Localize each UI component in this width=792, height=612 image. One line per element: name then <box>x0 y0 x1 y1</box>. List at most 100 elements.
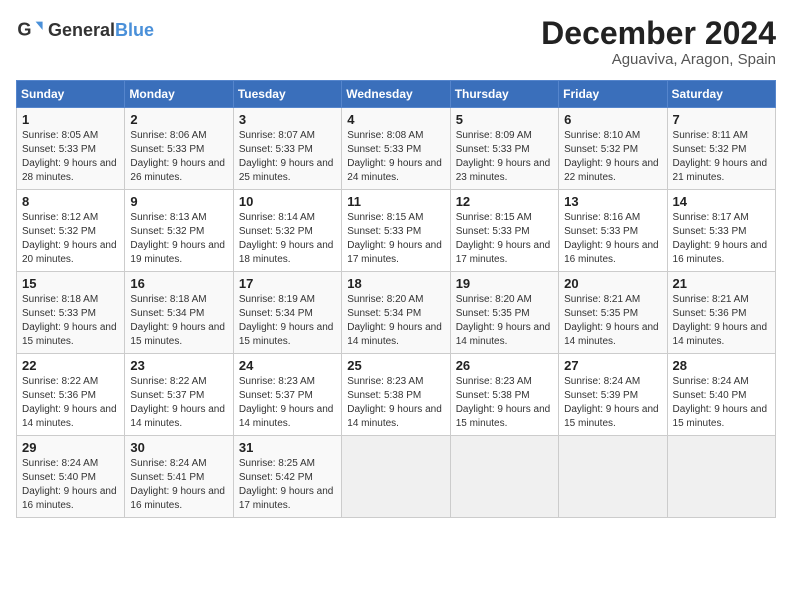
calendar-day-cell: 30 Sunrise: 8:24 AMSunset: 5:41 PMDaylig… <box>125 436 233 518</box>
calendar-table: SundayMondayTuesdayWednesdayThursdayFrid… <box>16 80 776 518</box>
weekday-header: Friday <box>559 81 667 108</box>
day-info: Sunrise: 8:05 AMSunset: 5:33 PMDaylight:… <box>22 130 117 183</box>
day-info: Sunrise: 8:22 AMSunset: 5:37 PMDaylight:… <box>130 376 225 429</box>
calendar-day-cell: 12 Sunrise: 8:15 AMSunset: 5:33 PMDaylig… <box>450 190 558 272</box>
calendar-day-cell: 31 Sunrise: 8:25 AMSunset: 5:42 PMDaylig… <box>233 436 341 518</box>
logo: G GeneralBlue <box>16 16 154 44</box>
calendar-day-cell: 17 Sunrise: 8:19 AMSunset: 5:34 PMDaylig… <box>233 272 341 354</box>
day-number: 8 <box>22 194 119 209</box>
day-info: Sunrise: 8:10 AMSunset: 5:32 PMDaylight:… <box>564 130 659 183</box>
day-number: 17 <box>239 276 336 291</box>
calendar-day-cell <box>342 436 450 518</box>
logo-blue: Blue <box>115 20 154 40</box>
day-info: Sunrise: 8:08 AMSunset: 5:33 PMDaylight:… <box>347 130 442 183</box>
day-number: 10 <box>239 194 336 209</box>
day-info: Sunrise: 8:15 AMSunset: 5:33 PMDaylight:… <box>456 212 551 265</box>
calendar-day-cell: 14 Sunrise: 8:17 AMSunset: 5:33 PMDaylig… <box>667 190 775 272</box>
weekday-header: Tuesday <box>233 81 341 108</box>
day-info: Sunrise: 8:21 AMSunset: 5:35 PMDaylight:… <box>564 294 659 347</box>
day-number: 27 <box>564 358 661 373</box>
day-number: 25 <box>347 358 444 373</box>
day-number: 30 <box>130 440 227 455</box>
day-info: Sunrise: 8:07 AMSunset: 5:33 PMDaylight:… <box>239 130 334 183</box>
day-info: Sunrise: 8:09 AMSunset: 5:33 PMDaylight:… <box>456 130 551 183</box>
day-number: 22 <box>22 358 119 373</box>
weekday-header: Monday <box>125 81 233 108</box>
calendar-day-cell: 24 Sunrise: 8:23 AMSunset: 5:37 PMDaylig… <box>233 354 341 436</box>
calendar-day-cell: 10 Sunrise: 8:14 AMSunset: 5:32 PMDaylig… <box>233 190 341 272</box>
calendar-header-row: SundayMondayTuesdayWednesdayThursdayFrid… <box>17 81 776 108</box>
location-title: Aguaviva, Aragon, Spain <box>541 51 776 68</box>
day-info: Sunrise: 8:24 AMSunset: 5:39 PMDaylight:… <box>564 376 659 429</box>
weekday-header: Sunday <box>17 81 125 108</box>
day-info: Sunrise: 8:12 AMSunset: 5:32 PMDaylight:… <box>22 212 117 265</box>
page-header: G GeneralBlue December 2024 Aguaviva, Ar… <box>16 16 776 68</box>
title-block: December 2024 Aguaviva, Aragon, Spain <box>541 16 776 68</box>
logo-general: General <box>48 20 115 40</box>
month-title: December 2024 <box>541 16 776 51</box>
day-number: 23 <box>130 358 227 373</box>
calendar-day-cell: 9 Sunrise: 8:13 AMSunset: 5:32 PMDayligh… <box>125 190 233 272</box>
day-info: Sunrise: 8:16 AMSunset: 5:33 PMDaylight:… <box>564 212 659 265</box>
calendar-day-cell: 4 Sunrise: 8:08 AMSunset: 5:33 PMDayligh… <box>342 108 450 190</box>
day-number: 29 <box>22 440 119 455</box>
day-number: 16 <box>130 276 227 291</box>
calendar-week-row: 29 Sunrise: 8:24 AMSunset: 5:40 PMDaylig… <box>17 436 776 518</box>
day-number: 13 <box>564 194 661 209</box>
calendar-day-cell: 20 Sunrise: 8:21 AMSunset: 5:35 PMDaylig… <box>559 272 667 354</box>
day-info: Sunrise: 8:24 AMSunset: 5:40 PMDaylight:… <box>22 458 117 511</box>
calendar-week-row: 15 Sunrise: 8:18 AMSunset: 5:33 PMDaylig… <box>17 272 776 354</box>
calendar-day-cell: 19 Sunrise: 8:20 AMSunset: 5:35 PMDaylig… <box>450 272 558 354</box>
day-info: Sunrise: 8:23 AMSunset: 5:38 PMDaylight:… <box>456 376 551 429</box>
day-info: Sunrise: 8:15 AMSunset: 5:33 PMDaylight:… <box>347 212 442 265</box>
day-info: Sunrise: 8:18 AMSunset: 5:33 PMDaylight:… <box>22 294 117 347</box>
day-info: Sunrise: 8:11 AMSunset: 5:32 PMDaylight:… <box>673 130 768 183</box>
day-number: 9 <box>130 194 227 209</box>
day-number: 18 <box>347 276 444 291</box>
day-number: 14 <box>673 194 770 209</box>
calendar-day-cell <box>450 436 558 518</box>
calendar-day-cell: 16 Sunrise: 8:18 AMSunset: 5:34 PMDaylig… <box>125 272 233 354</box>
day-number: 3 <box>239 112 336 127</box>
calendar-day-cell: 25 Sunrise: 8:23 AMSunset: 5:38 PMDaylig… <box>342 354 450 436</box>
calendar-day-cell: 2 Sunrise: 8:06 AMSunset: 5:33 PMDayligh… <box>125 108 233 190</box>
day-info: Sunrise: 8:23 AMSunset: 5:38 PMDaylight:… <box>347 376 442 429</box>
calendar-day-cell: 23 Sunrise: 8:22 AMSunset: 5:37 PMDaylig… <box>125 354 233 436</box>
calendar-day-cell: 8 Sunrise: 8:12 AMSunset: 5:32 PMDayligh… <box>17 190 125 272</box>
day-number: 26 <box>456 358 553 373</box>
day-info: Sunrise: 8:18 AMSunset: 5:34 PMDaylight:… <box>130 294 225 347</box>
day-number: 6 <box>564 112 661 127</box>
day-info: Sunrise: 8:21 AMSunset: 5:36 PMDaylight:… <box>673 294 768 347</box>
calendar-day-cell: 29 Sunrise: 8:24 AMSunset: 5:40 PMDaylig… <box>17 436 125 518</box>
day-info: Sunrise: 8:19 AMSunset: 5:34 PMDaylight:… <box>239 294 334 347</box>
day-number: 12 <box>456 194 553 209</box>
day-number: 28 <box>673 358 770 373</box>
day-number: 11 <box>347 194 444 209</box>
calendar-day-cell: 5 Sunrise: 8:09 AMSunset: 5:33 PMDayligh… <box>450 108 558 190</box>
weekday-header: Thursday <box>450 81 558 108</box>
calendar-day-cell: 28 Sunrise: 8:24 AMSunset: 5:40 PMDaylig… <box>667 354 775 436</box>
calendar-day-cell: 13 Sunrise: 8:16 AMSunset: 5:33 PMDaylig… <box>559 190 667 272</box>
weekday-header: Saturday <box>667 81 775 108</box>
calendar-week-row: 1 Sunrise: 8:05 AMSunset: 5:33 PMDayligh… <box>17 108 776 190</box>
calendar-day-cell: 22 Sunrise: 8:22 AMSunset: 5:36 PMDaylig… <box>17 354 125 436</box>
calendar-day-cell <box>667 436 775 518</box>
calendar-day-cell: 15 Sunrise: 8:18 AMSunset: 5:33 PMDaylig… <box>17 272 125 354</box>
day-number: 2 <box>130 112 227 127</box>
weekday-header: Wednesday <box>342 81 450 108</box>
day-number: 7 <box>673 112 770 127</box>
day-info: Sunrise: 8:24 AMSunset: 5:40 PMDaylight:… <box>673 376 768 429</box>
day-info: Sunrise: 8:25 AMSunset: 5:42 PMDaylight:… <box>239 458 334 511</box>
day-number: 31 <box>239 440 336 455</box>
calendar-week-row: 8 Sunrise: 8:12 AMSunset: 5:32 PMDayligh… <box>17 190 776 272</box>
calendar-day-cell: 18 Sunrise: 8:20 AMSunset: 5:34 PMDaylig… <box>342 272 450 354</box>
day-info: Sunrise: 8:22 AMSunset: 5:36 PMDaylight:… <box>22 376 117 429</box>
calendar-day-cell: 11 Sunrise: 8:15 AMSunset: 5:33 PMDaylig… <box>342 190 450 272</box>
day-number: 19 <box>456 276 553 291</box>
calendar-day-cell: 27 Sunrise: 8:24 AMSunset: 5:39 PMDaylig… <box>559 354 667 436</box>
day-info: Sunrise: 8:06 AMSunset: 5:33 PMDaylight:… <box>130 130 225 183</box>
calendar-day-cell: 21 Sunrise: 8:21 AMSunset: 5:36 PMDaylig… <box>667 272 775 354</box>
day-info: Sunrise: 8:24 AMSunset: 5:41 PMDaylight:… <box>130 458 225 511</box>
calendar-day-cell: 7 Sunrise: 8:11 AMSunset: 5:32 PMDayligh… <box>667 108 775 190</box>
day-number: 1 <box>22 112 119 127</box>
